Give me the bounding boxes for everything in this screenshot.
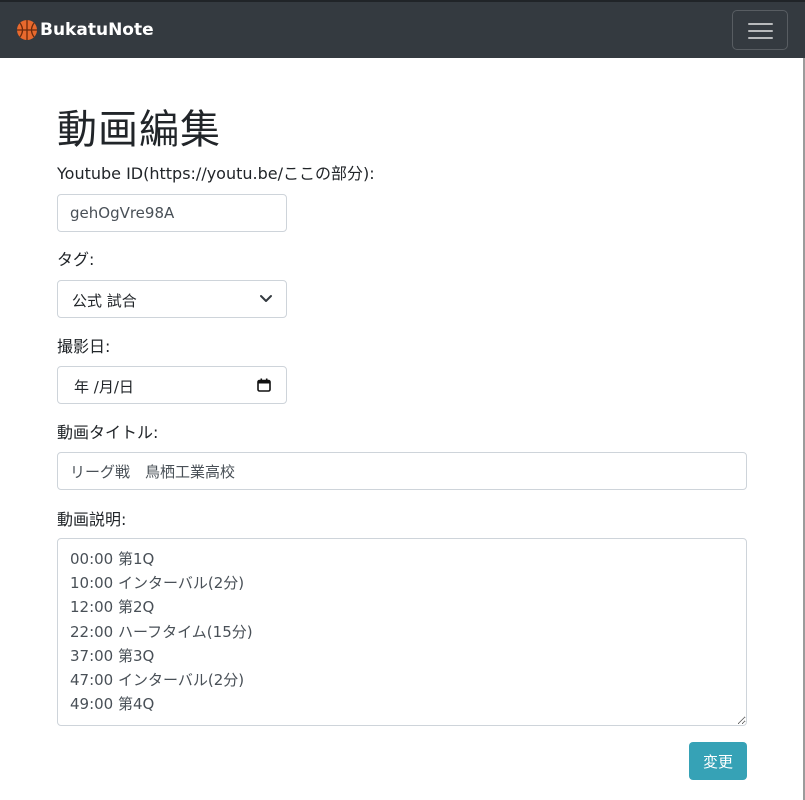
tag-label: タグ: <box>57 250 95 269</box>
navbar-toggle-button[interactable] <box>732 10 788 50</box>
youtube-id-label: Youtube ID(https://youtu.be/ここの部分): <box>57 164 375 183</box>
brand-link[interactable]: BukatuNote <box>16 18 154 42</box>
video-title-label: 動画タイトル: <box>57 423 159 442</box>
tag-selected-value: 公式 試合 <box>72 292 137 310</box>
youtube-id-input[interactable] <box>57 194 287 232</box>
calendar-icon[interactable] <box>257 378 271 392</box>
brand-name: BukatuNote <box>40 20 154 40</box>
video-description-label: 動画説明: <box>57 510 127 529</box>
date-label: 撮影日: <box>57 337 111 356</box>
navbar: BukatuNote <box>0 0 805 58</box>
chevron-down-icon <box>260 295 272 302</box>
date-input[interactable]: 年 /月/日 <box>57 366 287 404</box>
video-title-input[interactable] <box>57 452 747 490</box>
date-placeholder: 年 /月/日 <box>74 378 134 396</box>
submit-change-button[interactable]: 変更 <box>689 742 747 780</box>
page-title: 動画編集 <box>57 107 221 153</box>
tag-select[interactable]: 公式 試合 <box>57 280 287 318</box>
video-description-textarea[interactable]: 00:00 第1Q 10:00 インターバル(2分) 12:00 第2Q 22:… <box>57 538 747 726</box>
basketball-icon <box>17 20 37 40</box>
